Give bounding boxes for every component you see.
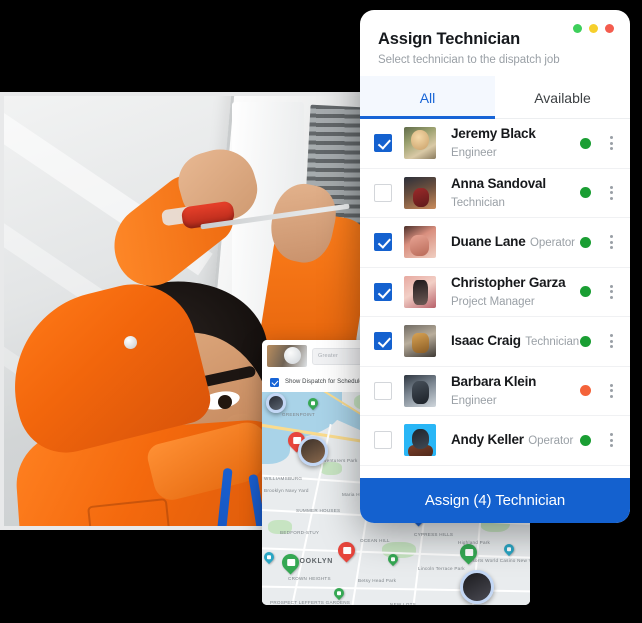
technician-checkbox[interactable] bbox=[374, 431, 392, 450]
technician-meta: Jeremy Black Engineer bbox=[451, 125, 580, 161]
tab-all[interactable]: All bbox=[360, 76, 495, 119]
technician-role: Project Manager bbox=[451, 295, 535, 308]
technician-role: Engineer bbox=[451, 147, 497, 160]
map-label-bedford-sty: BEDFORD-STUY bbox=[280, 530, 320, 535]
more-options-icon[interactable] bbox=[604, 185, 618, 200]
map-label-crown-heights: CROWN HEIGHTS bbox=[288, 576, 331, 581]
status-badge bbox=[580, 434, 591, 446]
status-badge bbox=[580, 187, 591, 199]
close-dot-icon[interactable] bbox=[605, 24, 614, 33]
table-row[interactable]: Jeremy Black Engineer bbox=[360, 119, 630, 169]
table-row[interactable]: Isaac Craig Technician bbox=[360, 317, 630, 367]
status-badge bbox=[580, 385, 591, 397]
table-row[interactable]: Andy Keller Operator bbox=[360, 416, 630, 466]
avatar bbox=[404, 226, 436, 259]
avatar bbox=[404, 275, 436, 308]
window-controls bbox=[573, 24, 614, 33]
avatar bbox=[404, 176, 436, 209]
map-label-prospect-lefferts: PROSPECT LEFFERTS GARDENS bbox=[270, 600, 351, 605]
map-park bbox=[382, 542, 416, 558]
technician-role: Technician bbox=[525, 336, 580, 349]
table-row[interactable]: Anna Sandoval Technician bbox=[360, 169, 630, 218]
dialog-header: Assign Technician Select technician to t… bbox=[360, 10, 630, 76]
show-dispatch-checkbox[interactable] bbox=[270, 377, 279, 387]
avatar bbox=[404, 325, 436, 358]
assign-technician-dialog: Assign Technician Select technician to t… bbox=[360, 10, 630, 523]
shoulder-button bbox=[124, 336, 137, 349]
technician-meta: Anna Sandoval Technician bbox=[451, 175, 580, 211]
technician-list: Jeremy Black Engineer Anna Sandoval Tech… bbox=[360, 119, 630, 478]
status-badge bbox=[580, 286, 591, 298]
table-row[interactable]: Christopher Garza Project Manager bbox=[360, 268, 630, 317]
map-label-williamsburg: WILLIAMSBURG bbox=[264, 476, 303, 481]
screenshot-stage: Greater Show Dispatch for Schedule on GR… bbox=[0, 0, 642, 623]
technician-role: Engineer bbox=[451, 394, 497, 407]
avatar bbox=[404, 424, 436, 457]
technician-meta: Andy Keller Operator bbox=[451, 431, 580, 449]
technician-meta: Isaac Craig Technician bbox=[451, 332, 580, 350]
technician-meta: Duane Lane Operator bbox=[451, 233, 580, 251]
technician-name: Duane Lane bbox=[451, 234, 526, 250]
map-label-betsy-head-park: Betsy Head Park bbox=[358, 578, 397, 583]
minimize-dot-icon[interactable] bbox=[573, 24, 582, 33]
map-label-new-lots: NEW LOTS bbox=[390, 602, 416, 605]
status-badge bbox=[580, 335, 591, 347]
table-row[interactable]: Barbara Klein Engineer bbox=[360, 367, 630, 416]
technician-role: Operator bbox=[529, 237, 575, 250]
technician-checkbox[interactable] bbox=[374, 381, 392, 400]
technician-checkbox[interactable] bbox=[374, 233, 392, 252]
map-avatar-marker[interactable] bbox=[460, 570, 494, 604]
map-avatar-marker[interactable] bbox=[266, 393, 286, 413]
map-label-greenpoint: GREENPOINT bbox=[282, 412, 315, 417]
technician-name: Christopher Garza bbox=[451, 274, 566, 290]
dialog-subtitle: Select technician to the dispatch job bbox=[378, 54, 560, 66]
map-avatar-marker[interactable] bbox=[298, 436, 328, 466]
map-label-lincoln-terrace: Lincoln Terrace Park bbox=[418, 566, 465, 571]
filter-tabs: All Available bbox=[360, 76, 630, 119]
technician-checkbox[interactable] bbox=[374, 332, 392, 351]
status-badge bbox=[580, 137, 591, 149]
technician-role: Technician bbox=[451, 196, 505, 209]
map-label-new-park-city: Resorts World Casino New York City bbox=[466, 558, 530, 563]
more-options-icon[interactable] bbox=[604, 334, 618, 349]
table-row[interactable]: Duane Lane Operator bbox=[360, 218, 630, 268]
avatar bbox=[404, 374, 436, 407]
maximize-dot-icon[interactable] bbox=[589, 24, 598, 33]
map-label-navy-yard: Brooklyn Navy Yard bbox=[264, 488, 309, 493]
map-search-placeholder: Greater bbox=[318, 353, 339, 359]
status-badge bbox=[580, 236, 591, 248]
job-thumbnail bbox=[267, 345, 307, 367]
map-park bbox=[320, 462, 342, 475]
map-label-ocean-hill: OCEAN HILL bbox=[360, 538, 390, 543]
assign-technician-button[interactable]: Assign (4) Technician bbox=[360, 478, 630, 523]
technician-name: Andy Keller bbox=[451, 432, 524, 448]
technician-name: Anna Sandoval bbox=[451, 175, 546, 191]
more-options-icon[interactable] bbox=[604, 433, 618, 448]
more-options-icon[interactable] bbox=[604, 235, 618, 250]
technician-meta: Barbara Klein Engineer bbox=[451, 373, 580, 409]
technician-name: Jeremy Black bbox=[451, 126, 536, 142]
more-options-icon[interactable] bbox=[604, 383, 618, 398]
map-label-howard-beach: HOWARD BEACH bbox=[480, 604, 521, 605]
technician-checkbox[interactable] bbox=[374, 183, 392, 202]
map-label-highland-park: Highland Park bbox=[458, 540, 491, 545]
technician-name: Barbara Klein bbox=[451, 373, 537, 389]
more-options-icon[interactable] bbox=[604, 136, 618, 151]
worker-pupil bbox=[218, 395, 232, 409]
map-label-summer-houses: SUMMER HOUSES bbox=[296, 508, 341, 513]
technician-role: Operator bbox=[528, 435, 574, 448]
tab-available[interactable]: Available bbox=[495, 76, 630, 118]
technician-name: Isaac Craig bbox=[451, 333, 521, 349]
technician-checkbox[interactable] bbox=[374, 134, 392, 153]
show-dispatch-label: Show Dispatch for Schedule on bbox=[285, 379, 372, 385]
technician-checkbox[interactable] bbox=[374, 282, 392, 301]
map-label-cypress-hills: CYPRESS HILLS bbox=[414, 532, 454, 537]
avatar bbox=[404, 127, 436, 160]
more-options-icon[interactable] bbox=[604, 284, 618, 299]
technician-meta: Christopher Garza Project Manager bbox=[451, 274, 580, 310]
